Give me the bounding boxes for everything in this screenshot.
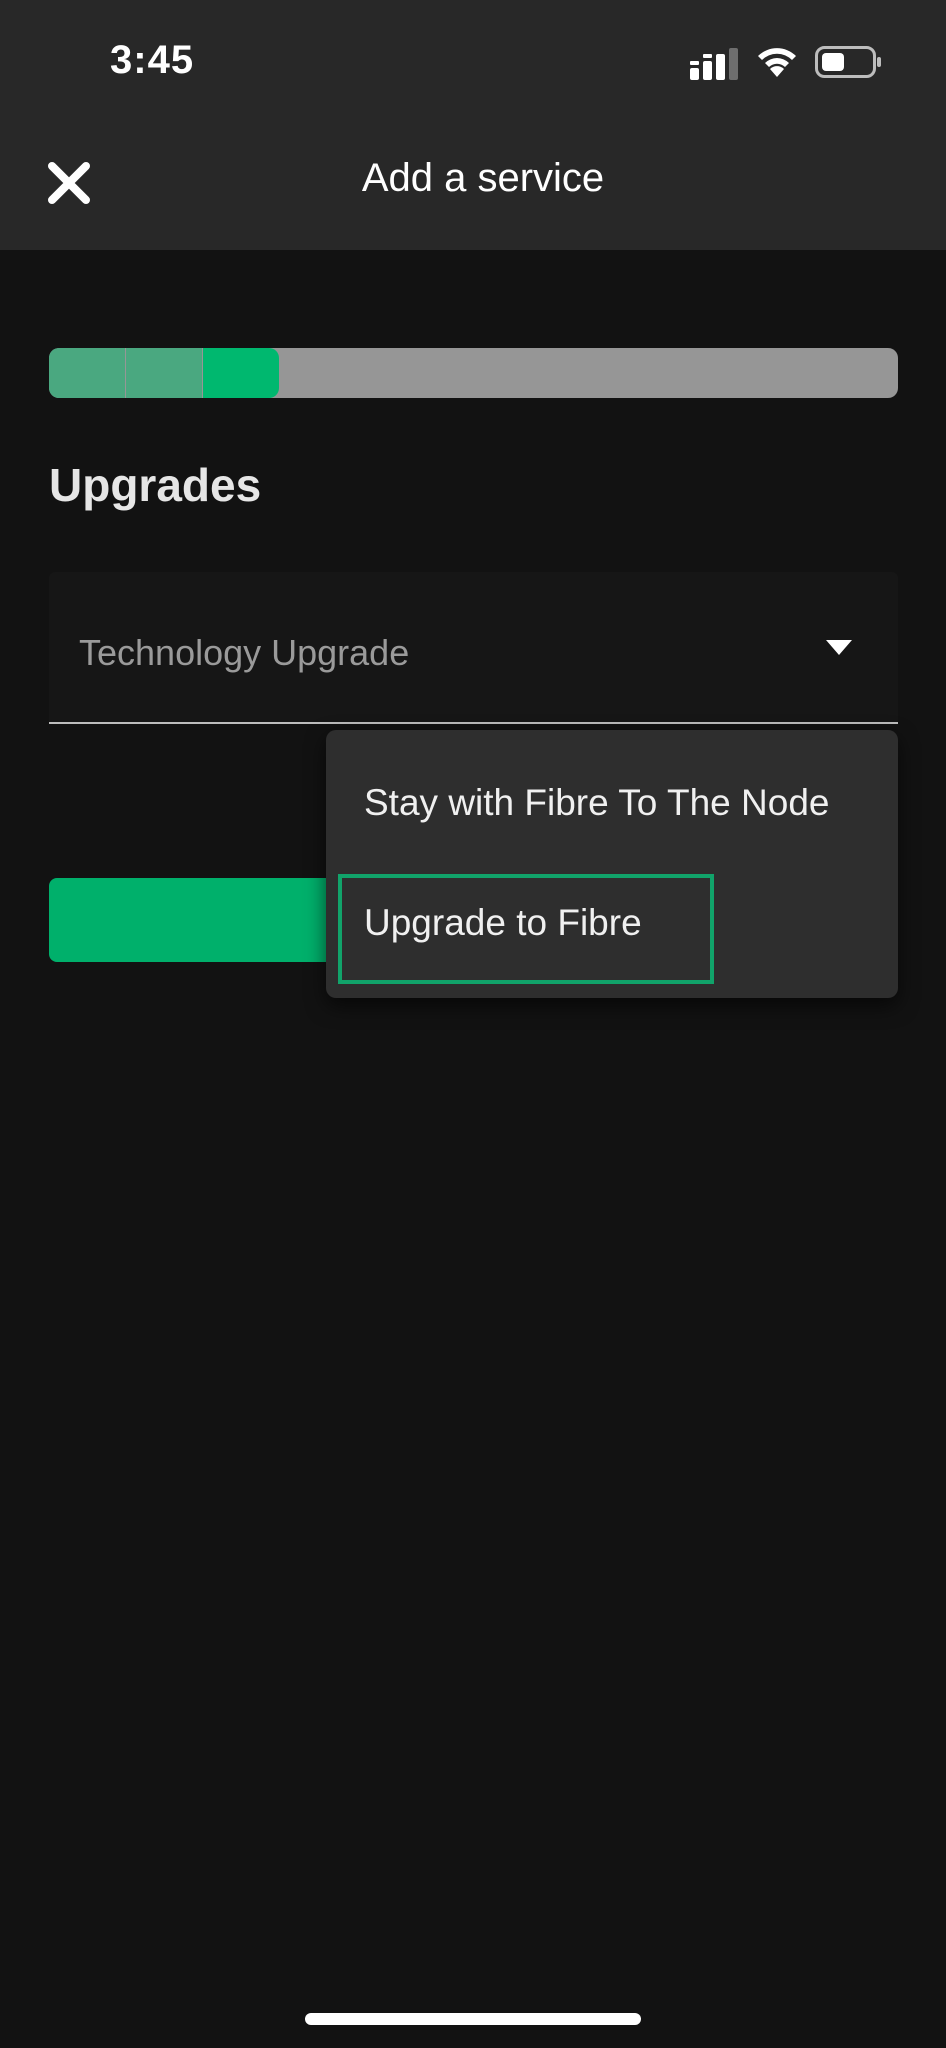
menu-item-label: Stay with Fibre To The Node <box>364 782 830 823</box>
progress-bar <box>49 348 898 398</box>
top-bar: 3:45 Add a service <box>0 0 946 250</box>
home-indicator <box>305 2013 641 2025</box>
section-title: Upgrades <box>49 459 262 511</box>
signal-icon <box>690 48 738 80</box>
select-label: Technology Upgrade <box>79 632 410 673</box>
chevron-down-icon <box>826 640 852 655</box>
progress-segment-1 <box>49 348 125 398</box>
battery-icon <box>815 46 881 78</box>
progress-segment-3 <box>203 348 279 398</box>
menu-item-label: Upgrade to Fibre <box>364 902 642 943</box>
menu-item-stay-fttn[interactable]: Stay with Fibre To The Node <box>326 750 898 860</box>
page-title: Add a service <box>361 156 605 200</box>
dropdown-menu: Stay with Fibre To The Node Upgrade to F… <box>326 730 898 998</box>
technology-upgrade-select[interactable]: Technology Upgrade <box>49 572 898 724</box>
progress-segment-2 <box>126 348 202 398</box>
menu-item-upgrade-fibre[interactable]: Upgrade to Fibre <box>326 874 898 984</box>
status-time: 3:45 <box>110 38 195 82</box>
wifi-icon <box>758 48 796 77</box>
